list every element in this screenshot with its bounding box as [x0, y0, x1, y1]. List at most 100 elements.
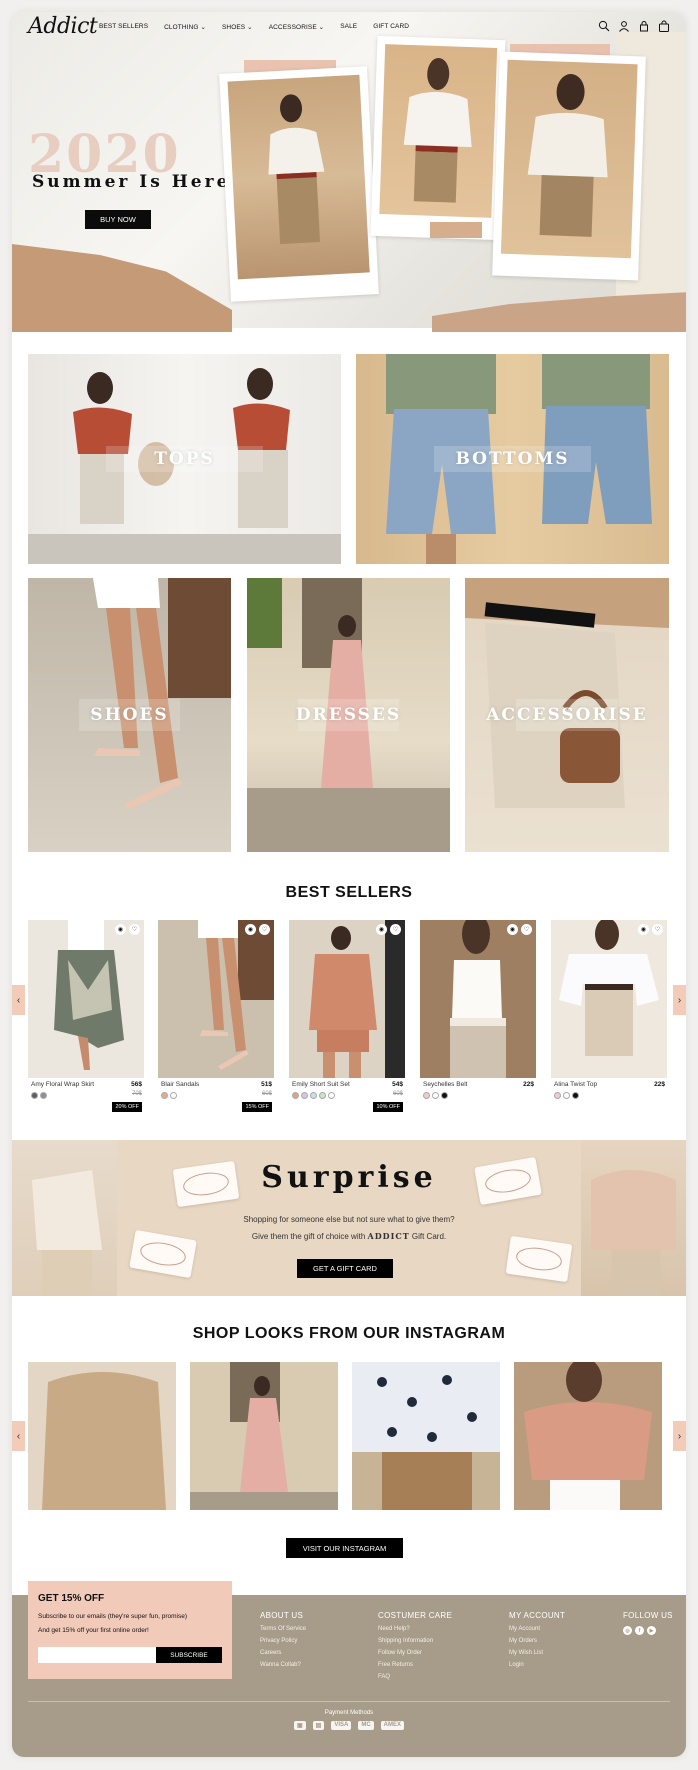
product-card[interactable]: ◉ ♡ Amy Floral Wrap Skirt 56$ 70$ 20% OFF: [28, 920, 144, 1115]
product-image[interactable]: ◉ ♡: [551, 920, 667, 1078]
color-swatch[interactable]: [170, 1092, 177, 1099]
nav-accessorise[interactable]: ACCESSORISE ⌄: [269, 23, 325, 31]
color-swatch[interactable]: [563, 1092, 570, 1099]
lock-icon[interactable]: [638, 20, 650, 32]
footer-link[interactable]: My Orders: [509, 1638, 565, 1644]
hero-photo: [370, 35, 506, 241]
footer-link[interactable]: Careers: [260, 1650, 306, 1656]
instagram-photo[interactable]: [514, 1362, 662, 1510]
hero-photo: [492, 51, 646, 281]
heart-icon[interactable]: ♡: [652, 924, 663, 935]
brand-logo[interactable]: Addict: [28, 14, 98, 39]
footer-link[interactable]: Follow My Order: [378, 1650, 452, 1656]
nav-best-sellers[interactable]: BEST SELLERS: [99, 23, 148, 31]
product-card[interactable]: ◉ ♡ Seychelles Belt 22$: [420, 920, 536, 1115]
search-icon[interactable]: [598, 20, 610, 32]
product-image[interactable]: ◉ ♡: [28, 920, 144, 1078]
product-image[interactable]: ◉ ♡: [158, 920, 274, 1078]
shopping-bag-icon[interactable]: [658, 20, 670, 32]
color-swatch[interactable]: [161, 1092, 168, 1099]
eye-icon[interactable]: ◉: [245, 924, 256, 935]
nav-clothing[interactable]: CLOTHING ⌄: [164, 23, 206, 31]
color-swatch[interactable]: [40, 1092, 47, 1099]
color-swatch[interactable]: [292, 1092, 299, 1099]
heart-icon[interactable]: ♡: [259, 924, 270, 935]
product-name[interactable]: Seychelles Belt: [423, 1081, 467, 1088]
product-image[interactable]: ◉ ♡: [289, 920, 405, 1078]
eye-icon[interactable]: ◉: [115, 924, 126, 935]
surprise-line-2-post: Gift Card.: [411, 1232, 447, 1241]
instagram-next-button[interactable]: ›: [673, 1421, 686, 1451]
surprise-title: Surprise: [261, 1160, 437, 1195]
category-dresses[interactable]: DRESSES: [247, 578, 450, 852]
heart-icon[interactable]: ♡: [390, 924, 401, 935]
color-swatch[interactable]: [572, 1092, 579, 1099]
color-swatch[interactable]: [423, 1092, 430, 1099]
color-swatch[interactable]: [301, 1092, 308, 1099]
footer-link[interactable]: Login: [509, 1662, 565, 1668]
product-name[interactable]: Emily Short Suit Set: [292, 1081, 350, 1088]
carousel-prev-button[interactable]: ‹: [12, 985, 25, 1015]
product-price: 22$: [654, 1081, 665, 1088]
instagram-prev-button[interactable]: ‹: [12, 1421, 25, 1451]
nav-gift-card[interactable]: GIFT CARD: [373, 23, 409, 31]
footer-link[interactable]: Privacy Policy: [260, 1638, 306, 1644]
chevron-down-icon: ⌄: [247, 24, 253, 31]
footer-link[interactable]: FAQ: [378, 1674, 452, 1680]
category-bottoms[interactable]: BOTTOMS: [356, 354, 669, 564]
color-swatch[interactable]: [319, 1092, 326, 1099]
instagram-photo[interactable]: [28, 1362, 176, 1510]
email-input[interactable]: [38, 1647, 156, 1663]
instagram-title: SHOP LOOKS FROM OUR INSTAGRAM: [192, 1325, 506, 1342]
color-swatch[interactable]: [310, 1092, 317, 1099]
color-swatch[interactable]: [328, 1092, 335, 1099]
product-name[interactable]: Blair Sandals: [161, 1081, 199, 1088]
color-swatch[interactable]: [31, 1092, 38, 1099]
youtube-icon[interactable]: ▶: [647, 1626, 656, 1635]
chevron-right-icon: ›: [677, 1430, 682, 1442]
product-name[interactable]: Amy Floral Wrap Skirt: [31, 1081, 94, 1088]
facebook-icon[interactable]: f: [635, 1626, 644, 1635]
chevron-right-icon: ›: [677, 994, 682, 1006]
subscribe-button[interactable]: SUBSCRIBE: [156, 1647, 222, 1663]
product-card[interactable]: ◉ ♡ Blair Sandals 51$ 60$ 15% OFF: [158, 920, 274, 1115]
color-swatch[interactable]: [441, 1092, 448, 1099]
footer-link[interactable]: Free Returns: [378, 1662, 452, 1668]
product-name[interactable]: Alina Twist Top: [554, 1081, 597, 1088]
nav-sale[interactable]: SALE: [340, 23, 357, 31]
product-image[interactable]: ◉ ♡: [420, 920, 536, 1078]
heart-icon[interactable]: ♡: [521, 924, 532, 935]
product-card[interactable]: ◉ ♡ Alina Twist Top 22$: [551, 920, 667, 1115]
footer-link[interactable]: Terms Of Service: [260, 1626, 306, 1632]
footer-care-title: COSTUMER CARE: [378, 1611, 453, 1620]
account-icon[interactable]: [618, 20, 630, 32]
get-gift-card-button[interactable]: GET A GIFT CARD: [297, 1259, 393, 1278]
category-accessorise[interactable]: ACCESSORISE: [465, 578, 669, 852]
eye-icon[interactable]: ◉: [376, 924, 387, 935]
footer-link[interactable]: My Account: [509, 1626, 565, 1632]
category-shoes[interactable]: SHOES: [28, 578, 231, 852]
category-tops[interactable]: TOPS: [28, 354, 341, 564]
product-card[interactable]: ◉ ♡ Emily Short Suit Set 54$ 60$ 10% OFF: [289, 920, 405, 1115]
footer-link[interactable]: Shipping Information: [378, 1638, 452, 1644]
footer-link[interactable]: Need Help?: [378, 1626, 452, 1632]
heart-icon[interactable]: ♡: [129, 924, 140, 935]
eye-icon[interactable]: ◉: [507, 924, 518, 935]
torn-paper-decoration: [12, 244, 232, 332]
footer-link[interactable]: My Wish List: [509, 1650, 565, 1656]
visit-instagram-button[interactable]: VISIT OUR INSTAGRAM: [286, 1538, 403, 1558]
color-swatches: [423, 1092, 448, 1099]
product-actions: ◉ ♡: [245, 924, 270, 935]
footer-link[interactable]: Wanna Collab?: [260, 1662, 306, 1668]
instagram-photo[interactable]: [190, 1362, 338, 1510]
color-swatch[interactable]: [432, 1092, 439, 1099]
instagram-icon[interactable]: ◎: [623, 1626, 632, 1635]
eye-icon[interactable]: ◉: [638, 924, 649, 935]
carousel-next-button[interactable]: ›: [673, 985, 686, 1015]
instagram-photo[interactable]: [352, 1362, 500, 1510]
buy-now-button[interactable]: BUY NOW: [85, 210, 151, 229]
footer-divider: [28, 1701, 670, 1702]
color-swatch[interactable]: [554, 1092, 561, 1099]
nav-shoes[interactable]: SHOES ⌄: [222, 23, 253, 31]
site-header: Addict BEST SELLERS CLOTHING ⌄ SHOES ⌄ A…: [12, 12, 686, 42]
